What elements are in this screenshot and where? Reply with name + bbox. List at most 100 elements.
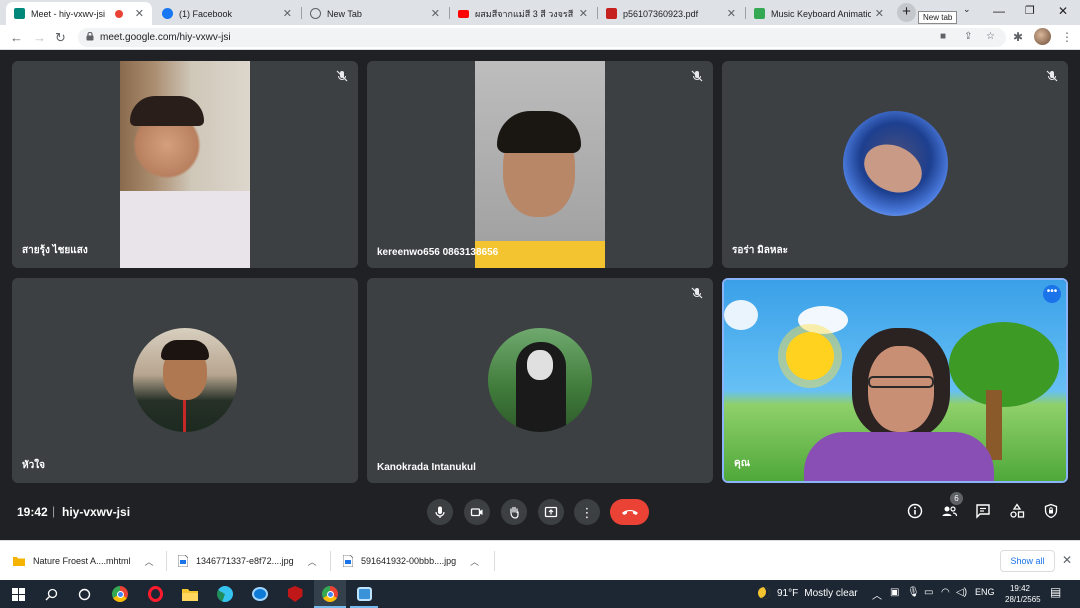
host-controls-button[interactable] [1042,502,1060,520]
extensions-icon[interactable]: ✱ [1013,30,1023,44]
microphone-tray-icon[interactable]: 🎙︎ [907,587,920,598]
notifications-icon[interactable]: ▤ [1050,585,1061,599]
participant-tile[interactable]: Kanokrada Intanukul [367,278,713,483]
participant-avatar [133,328,237,432]
self-name: คุณ [734,458,750,469]
download-filename: 1346771337-e8f72....jpg [196,556,294,566]
present-screen-icon [544,506,558,518]
chrome-icon[interactable] [110,584,130,604]
present-screen-button[interactable] [538,499,564,525]
task-view-icon[interactable] [74,584,94,604]
tab-pdf[interactable]: p56107360923.pdf ✕ [598,2,744,25]
volume-icon[interactable]: ◁) [956,587,967,598]
reload-icon[interactable]: ↻ [55,30,66,46]
close-window-icon[interactable]: ✕ [1058,4,1068,18]
tab-facebook[interactable]: (1) Facebook ✕ [154,2,300,25]
participant-name: รอร่า มิลหละ [732,245,788,256]
video-camera-icon [470,508,483,517]
back-icon[interactable]: ← [10,30,23,45]
forward-icon[interactable]: → [33,30,46,45]
photos-app-icon[interactable] [354,584,374,604]
download-item[interactable]: 1346771337-e8f72....jpg ︿ [178,552,317,570]
chevron-up-icon[interactable]: ︿ [872,587,882,602]
people-count-badge: 6 [950,492,963,505]
chrome-active-icon[interactable] [320,584,340,604]
participant-video [475,61,605,268]
chat-button[interactable] [974,502,992,520]
more-options-button[interactable]: ⋮ [574,499,600,525]
shield-lock-icon [1044,503,1058,519]
chevron-up-icon[interactable]: ︿ [470,555,479,568]
chevron-up-icon[interactable]: ︿ [308,555,317,568]
search-icon[interactable] [41,584,61,604]
weather-widget[interactable]: 91°F Mostly clear [758,587,858,599]
codepen-favicon-icon [754,8,765,19]
more-options-button[interactable]: ••• [1043,285,1061,303]
camera-button[interactable] [464,499,490,525]
wifi-icon[interactable]: ◠ [941,587,950,598]
close-tab-icon[interactable]: ✕ [283,7,292,20]
file-explorer-icon[interactable] [180,584,200,604]
menu-dots-icon[interactable]: ⋮ [1061,30,1073,44]
close-tab-icon[interactable]: ✕ [579,7,588,20]
bookmark-star-icon[interactable]: ☆ [986,31,995,42]
self-tile[interactable]: คุณ ••• [722,278,1068,483]
tab-search-icon[interactable]: ⌄ [963,4,971,15]
taskbar-clock[interactable]: 19:42 28/1/2565 [1005,583,1041,605]
minimize-icon[interactable]: — [993,4,1005,18]
mcafee-icon[interactable] [285,584,305,604]
participant-tile[interactable]: สายรุ้ง ไชยแสง [12,61,358,268]
close-tab-icon[interactable]: ✕ [431,7,440,20]
opera-icon[interactable] [145,584,165,604]
meeting-details-button[interactable] [906,502,924,520]
address-toolbar: ← → ↻ meet.google.com/hiy-vxwv-jsi ■ ⇪ ☆… [0,25,1080,50]
profile-avatar[interactable] [1034,28,1051,45]
address-bar[interactable]: meet.google.com/hiy-vxwv-jsi ■ ⇪ ☆ [78,28,1006,47]
camera-icon[interactable]: ■ [940,31,946,42]
tab-youtube[interactable]: ผสมสีจากแม่สี 3 สี วงจรสี สื่อการ ✕ [450,2,596,25]
folder-file-icon [13,557,25,566]
raise-hand-button[interactable] [501,499,527,525]
tab-meet[interactable]: Meet - hiy-vxwv-jsi ✕ [6,2,152,25]
download-filename: Nature Froest A....mhtml [33,556,131,566]
new-tab-button[interactable]: + [897,3,916,22]
tab-new-tab[interactable]: New Tab ✕ [302,2,448,25]
windows-app-icon[interactable] [250,584,270,604]
close-tab-icon[interactable]: ✕ [875,7,884,20]
new-tab-tooltip: New tab [918,11,958,24]
microphone-button[interactable] [427,499,453,525]
mic-icon [435,506,445,518]
close-tab-icon[interactable]: ✕ [135,7,144,20]
camera-tray-icon[interactable]: ▣ [890,587,899,598]
show-all-downloads-button[interactable]: Show all [1000,550,1055,572]
lock-icon [86,32,94,41]
facebook-favicon-icon [162,8,173,19]
participant-tile[interactable]: รอร่า มิลหละ [722,61,1068,268]
leave-call-button[interactable] [610,499,649,525]
participant-tile[interactable]: หัวใจ [12,278,358,483]
mic-off-icon [691,287,703,299]
download-item[interactable]: Nature Froest A....mhtml ︿ [13,552,154,570]
youtube-favicon-icon [458,9,469,18]
close-tab-icon[interactable]: ✕ [727,7,736,20]
input-language[interactable]: ENG [975,587,995,597]
share-icon[interactable]: ⇪ [964,31,972,42]
tab-music-keyboard[interactable]: Music Keyboard Animation ✕ [746,2,892,25]
tab-title: ผสมสีจากแม่สี 3 สี วงจรสี สื่อการ [475,8,575,19]
weather-temperature: 91°F [777,587,799,599]
downloads-bar: Nature Froest A....mhtml ︿ 1346771337-e8… [0,540,1080,580]
recording-icon [114,9,123,18]
tab-strip: Meet - hiy-vxwv-jsi ✕ (1) Facebook ✕ New… [0,0,1080,25]
download-item[interactable]: 591641932-00bbb....jpg ︿ [343,552,479,570]
close-downloads-icon[interactable]: ✕ [1062,553,1072,567]
battery-icon[interactable]: ▭ [924,587,933,598]
participant-tile[interactable]: kereenwo656 0863138656 [367,61,713,268]
chevron-up-icon[interactable]: ︿ [145,555,154,568]
windows-start-icon[interactable] [8,584,28,604]
meeting-time: 19:42 [17,505,48,519]
maximize-icon[interactable]: ❐ [1025,4,1035,17]
participant-video [120,61,250,268]
activities-button[interactable] [1008,502,1026,520]
self-video [724,280,1066,481]
edge-icon[interactable] [215,584,235,604]
